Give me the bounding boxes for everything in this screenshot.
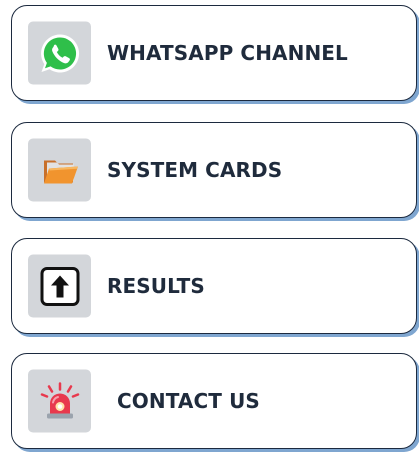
icon-tile [28,254,91,318]
whatsapp-channel-button[interactable]: WHATSAPP CHANNEL [11,5,417,101]
icon-tile [28,369,91,433]
icon-tile [28,21,91,85]
results-label: RESULTS [107,274,205,298]
system-cards-button[interactable]: SYSTEM CARDS [11,122,417,218]
system-cards-label: SYSTEM CARDS [107,158,283,182]
whatsapp-channel-label: WHATSAPP CHANNEL [107,41,348,65]
siren-icon [40,381,79,418]
contact-us-label: CONTACT US [117,389,260,413]
whatsapp-icon [40,33,79,72]
icon-tile [28,138,91,202]
menu-list: WHATSAPP CHANNEL SYSTEM CARDS RESULTS CO… [0,0,419,452]
results-button[interactable]: RESULTS [11,238,417,334]
up-arrow-icon [40,266,79,306]
folder-icon [43,160,78,183]
contact-us-button[interactable]: CONTACT US [11,353,417,449]
